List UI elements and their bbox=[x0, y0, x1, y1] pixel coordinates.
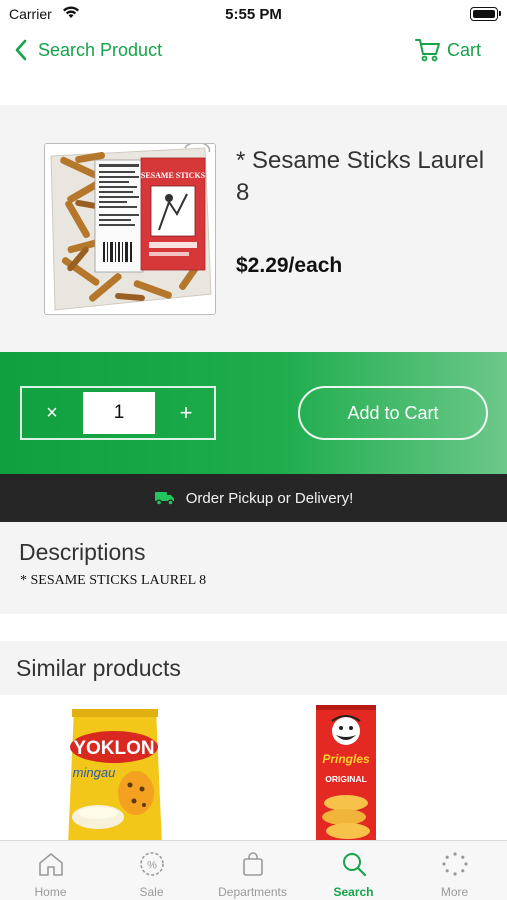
product-image[interactable]: SESAME STICKS bbox=[44, 143, 216, 315]
home-icon bbox=[39, 853, 63, 876]
tab-label: Search bbox=[333, 885, 374, 899]
decrease-quantity-button[interactable]: × bbox=[32, 398, 72, 428]
product-price: $2.29/each bbox=[236, 254, 343, 277]
similar-product-pringles[interactable]: Pringles ORIGINAL bbox=[314, 705, 378, 840]
tab-sale[interactable]: % Sale bbox=[101, 841, 202, 900]
delivery-truck-icon bbox=[154, 492, 174, 506]
tab-label: Departments bbox=[218, 885, 287, 899]
similar-products-list: YOKLON mingau Pringles ORIGINAL bbox=[0, 695, 507, 840]
pickup-banner-text: Order Pickup or Delivery! bbox=[185, 489, 354, 507]
battery-icon bbox=[470, 7, 501, 21]
sesame-sticks-bag-image: SESAME STICKS bbox=[45, 144, 215, 314]
bag-label-text: SESAME STICKS bbox=[141, 171, 206, 180]
quantity-field[interactable]: 1 bbox=[83, 392, 155, 434]
tab-label: Sale bbox=[139, 885, 164, 899]
descriptions-section: Descriptions * SESAME STICKS LAUREL 8 bbox=[0, 522, 507, 614]
more-dots-icon bbox=[442, 852, 468, 876]
product-section: SESAME STICKS * Sesame Sticks Laurel 8 $… bbox=[0, 105, 507, 352]
nav-bar: Search Product Cart bbox=[0, 30, 507, 76]
tab-search[interactable]: Search bbox=[303, 841, 404, 900]
yoklon-brand-text: YOKLON bbox=[73, 738, 154, 759]
increase-quantity-button[interactable]: + bbox=[166, 398, 206, 428]
tab-home[interactable]: Home bbox=[0, 841, 101, 900]
shopping-bag-icon bbox=[243, 852, 263, 876]
cart-label: Cart bbox=[446, 39, 481, 60]
similar-products-title: Similar products bbox=[16, 655, 181, 681]
yoklon-package-image: YOKLON mingau bbox=[68, 709, 162, 840]
product-name: * Sesame Sticks Laurel 8 bbox=[236, 147, 485, 206]
sale-tag-icon: % bbox=[140, 852, 164, 876]
tab-bar: Home % Sale Departments Search More bbox=[0, 840, 507, 900]
back-label: Search Product bbox=[38, 39, 163, 60]
cart-button[interactable]: Cart bbox=[414, 38, 481, 62]
quantity-stepper: × 1 + bbox=[20, 386, 216, 440]
tab-label: More bbox=[440, 885, 469, 899]
pringles-sub-text: ORIGINAL bbox=[325, 774, 367, 784]
clock: 5:55 PM bbox=[225, 6, 282, 23]
svg-text:%: % bbox=[147, 860, 157, 872]
description-text: * SESAME STICKS LAUREL 8 bbox=[20, 573, 207, 588]
tab-departments[interactable]: Departments bbox=[202, 841, 303, 900]
search-icon bbox=[343, 853, 367, 877]
pickup-banner[interactable]: Order Pickup or Delivery! bbox=[0, 474, 507, 522]
similar-products-header: Similar products bbox=[0, 641, 507, 695]
chevron-left-icon bbox=[15, 39, 27, 61]
add-to-cart-button[interactable]: Add to Cart bbox=[298, 386, 488, 440]
status-bar: Carrier 5:55 PM bbox=[0, 0, 507, 30]
add-to-cart-band: × 1 + Add to Cart bbox=[0, 352, 507, 474]
cart-icon bbox=[414, 39, 440, 62]
pringles-brand-text: Pringles bbox=[322, 752, 370, 766]
back-button[interactable]: Search Product bbox=[14, 38, 162, 62]
pringles-can-image: Pringles ORIGINAL bbox=[316, 705, 376, 840]
descriptions-title: Descriptions bbox=[19, 539, 146, 565]
tab-label: Home bbox=[34, 885, 67, 899]
similar-product-yoklon[interactable]: YOKLON mingau bbox=[64, 705, 166, 840]
yoklon-sub-text: mingau bbox=[73, 765, 116, 780]
tab-more[interactable]: More bbox=[404, 841, 505, 900]
